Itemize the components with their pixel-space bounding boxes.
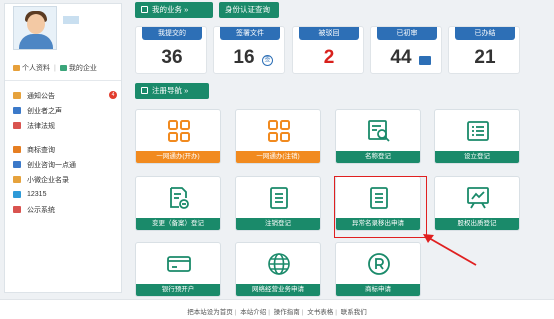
- voice-icon: [13, 107, 21, 114]
- identity-query-tab[interactable]: 身份认证查询: [219, 2, 279, 18]
- tile-equity-pledge[interactable]: 股权出质登记: [434, 176, 520, 231]
- footer: 把本站设为首页 | 本站介绍 | 操作指南 | 文书表格 | 联系我们: [0, 299, 554, 319]
- notice-icon: [13, 92, 21, 99]
- stat-submitted[interactable]: 我提交的 36: [135, 26, 207, 74]
- tile-onestop-open[interactable]: 一网通办(开办): [135, 109, 221, 164]
- footer-link-set-homepage[interactable]: 把本站设为首页: [187, 309, 233, 316]
- stat-rejected[interactable]: 被驳回 2: [292, 26, 364, 74]
- print-icon: [419, 56, 431, 65]
- registered-icon: [368, 253, 390, 275]
- grid-icon: [268, 120, 290, 142]
- footer-link-forms[interactable]: 文书表格: [307, 309, 333, 316]
- sidebar-item-12315[interactable]: 12315: [13, 187, 117, 202]
- tile-establish-registration[interactable]: 设立登记: [434, 109, 520, 164]
- sign-icon: 签: [262, 55, 273, 66]
- trademark-search-icon: [13, 146, 21, 153]
- sidebar-item-voice[interactable]: 创业者之声: [13, 103, 117, 118]
- stat-preliminary[interactable]: 已初审 44: [370, 26, 442, 74]
- law-icon: [13, 122, 21, 129]
- nav-icon: [141, 87, 148, 94]
- avatar[interactable]: [13, 6, 57, 50]
- annotation-arrow-icon: [423, 234, 477, 266]
- user-links: 个人资料 | 我的企业: [13, 63, 117, 73]
- stat-completed[interactable]: 已办结 21: [448, 26, 520, 74]
- tile-change-registration[interactable]: 变更（备案）登记: [135, 176, 221, 231]
- globe-icon: [268, 253, 290, 275]
- sidebar-item-directory[interactable]: 小微企业名录: [13, 172, 117, 187]
- stat-signed[interactable]: 签署文件 16 签: [213, 26, 285, 74]
- sidebar-item-notice[interactable]: 通知公告 4: [13, 88, 117, 103]
- complaint-icon: [13, 191, 21, 198]
- tile-online-business[interactable]: 网络经营业务申请: [235, 242, 321, 297]
- business-icon: [141, 6, 148, 13]
- list-icon: [467, 121, 489, 141]
- footer-link-contact[interactable]: 联系我们: [341, 309, 367, 316]
- directory-icon: [13, 176, 21, 183]
- company-icon: [59, 65, 67, 71]
- consult-icon: [13, 161, 21, 168]
- tile-cancel-registration[interactable]: 注销登记: [235, 176, 321, 231]
- publicity-icon: [13, 206, 21, 213]
- tile-name-registration[interactable]: 名称登记: [335, 109, 421, 164]
- notice-badge: 4: [109, 91, 117, 99]
- highlight-box: [334, 176, 427, 238]
- footer-links: 把本站设为首页 | 本站介绍 | 操作指南 | 文书表格 | 联系我们: [187, 309, 367, 316]
- document-icon: [270, 187, 288, 209]
- footer-link-about[interactable]: 本站介绍: [240, 309, 266, 316]
- sidebar-menu: 通知公告 4 创业者之声 法律法规 商标查询 创业咨询一点通 小微企业名录 12…: [13, 88, 117, 217]
- chart-board-icon: [467, 187, 489, 209]
- change-doc-icon: [170, 187, 189, 209]
- registration-nav-tab[interactable]: 注册导航 »: [135, 83, 209, 99]
- sidebar-item-law[interactable]: 法律法规: [13, 118, 117, 133]
- sidebar-item-publicity[interactable]: 公示系统: [13, 202, 117, 217]
- profile-icon: [13, 65, 20, 71]
- sidebar-item-consult[interactable]: 创业咨询一点通: [13, 157, 117, 172]
- page: 个人资料 | 我的企业 通知公告 4 创业者之声 法律法规 商标查询 创业咨询一…: [0, 0, 554, 319]
- username: [63, 16, 79, 24]
- footer-link-guide[interactable]: 操作指南: [274, 309, 300, 316]
- tile-trademark-application[interactable]: 商标申请: [335, 242, 421, 297]
- user-sidebar: 个人资料 | 我的企业 通知公告 4 创业者之声 法律法规 商标查询 创业咨询一…: [4, 3, 122, 293]
- profile-link[interactable]: 个人资料: [13, 63, 50, 73]
- sidebar-item-trademark-search[interactable]: 商标查询: [13, 142, 117, 157]
- name-search-icon: [368, 120, 390, 142]
- tile-onestop-cancel[interactable]: 一网通办(注销): [235, 109, 321, 164]
- my-business-tab[interactable]: 我的业务 »: [135, 2, 213, 18]
- grid-icon: [168, 120, 190, 142]
- bank-card-icon: [167, 256, 191, 272]
- tile-bank-account[interactable]: 银行预开户: [135, 242, 221, 297]
- my-company-link[interactable]: 我的企业: [59, 63, 97, 73]
